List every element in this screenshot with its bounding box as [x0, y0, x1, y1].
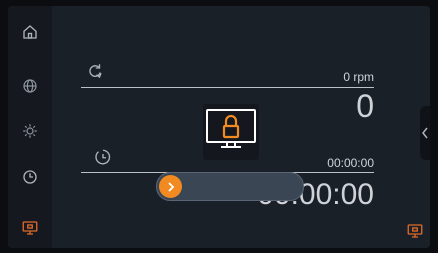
slider-knob[interactable]	[159, 175, 182, 198]
chevron-left-icon	[422, 127, 428, 139]
speed-divider	[81, 87, 374, 88]
speed-value: 0	[356, 88, 374, 124]
monitor-icon[interactable]	[20, 218, 40, 238]
device-screen: 0 rpm 0 00:00:00 00:00:00	[8, 6, 430, 248]
bottom-monitor-button[interactable]	[406, 222, 424, 240]
home-icon[interactable]	[20, 22, 40, 42]
speed-unit-label: 0 rpm	[343, 70, 374, 84]
monitor-icon	[407, 224, 423, 238]
rotation-speed-icon	[86, 62, 106, 82]
screen-lock-icon	[203, 104, 259, 160]
brightness-icon[interactable]	[20, 121, 40, 141]
chevron-right-icon	[167, 181, 174, 192]
time-set-label: 00:00:00	[327, 156, 374, 170]
unlock-slider[interactable]	[156, 172, 304, 201]
clock-icon	[94, 148, 114, 168]
side-drawer-tab[interactable]	[420, 106, 430, 160]
timer-icon[interactable]	[20, 167, 40, 187]
main-panel: 0 rpm 0 00:00:00 00:00:00	[52, 6, 430, 248]
globe-icon[interactable]	[20, 76, 40, 96]
sidebar	[8, 6, 52, 248]
